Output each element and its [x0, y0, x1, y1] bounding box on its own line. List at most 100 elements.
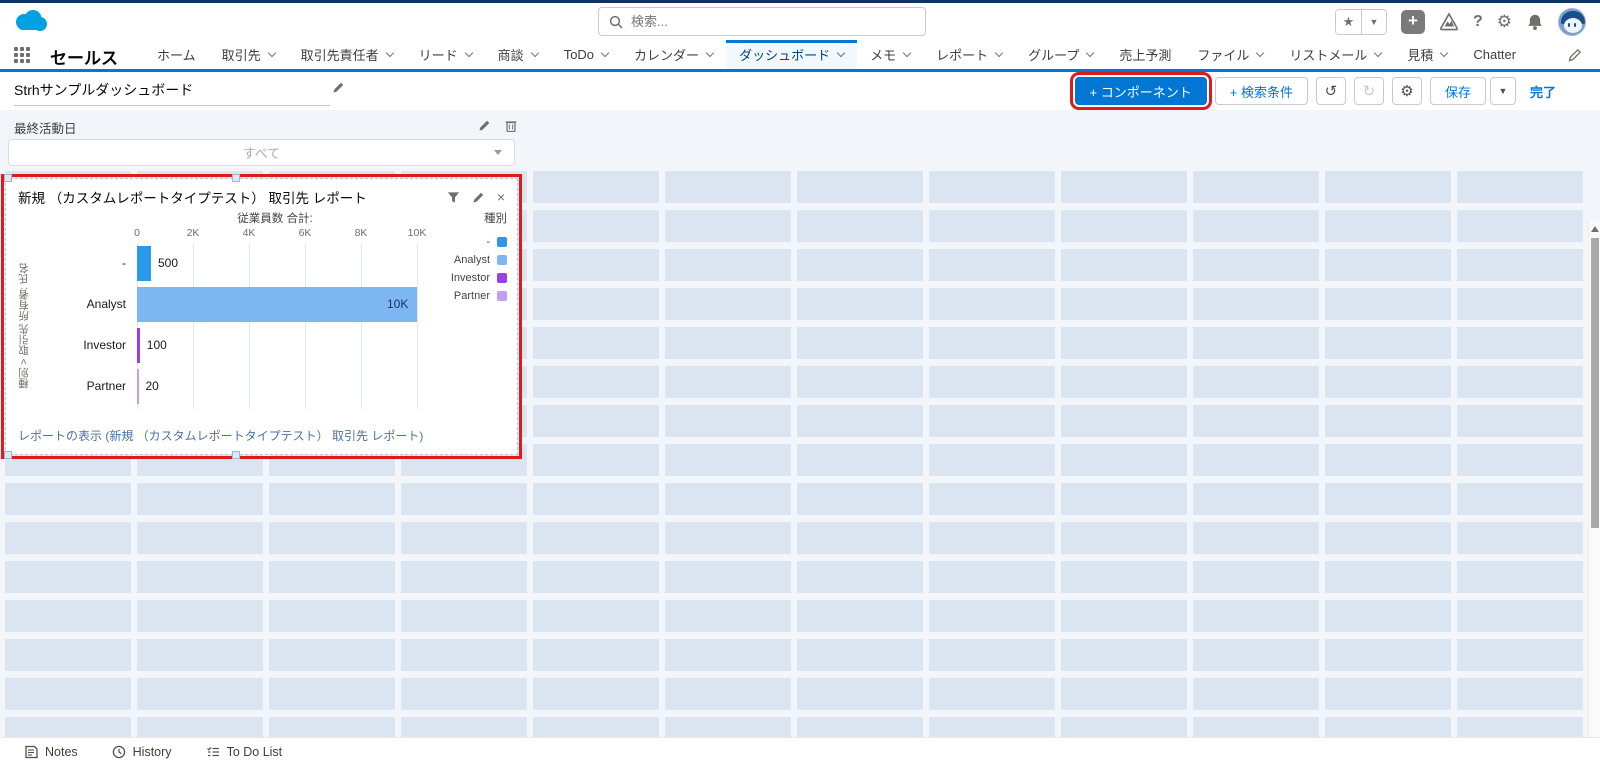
- tab-ダッシュボード[interactable]: ダッシュボード: [726, 40, 858, 69]
- resize-handle[interactable]: [232, 174, 240, 182]
- x-tick-label: 4K: [242, 227, 256, 239]
- tab-リード[interactable]: リード: [406, 40, 485, 69]
- dashboard-canvas: 最終活動日 すべて 新規 （カスタムレポートタイプテスト） 取引先 レポート ×…: [0, 110, 1600, 737]
- scroll-up-arrow-icon[interactable]: [1591, 226, 1599, 232]
- notes-icon: [25, 745, 38, 759]
- bar-Analyst[interactable]: [137, 287, 417, 322]
- tab-グループ[interactable]: グループ: [1015, 40, 1106, 69]
- legend-label: -: [486, 236, 490, 248]
- search-icon: [609, 15, 623, 29]
- component-remove-icon[interactable]: ×: [497, 190, 505, 204]
- salesforce-logo-icon[interactable]: [12, 8, 50, 36]
- chevron-down-icon: [385, 48, 394, 58]
- nav-tabs: ホーム 取引先 取引先責任者 リード 商談 ToDo カレンダー ダッシュボード メモ レポート グ…: [144, 40, 1529, 69]
- chevron-down-icon: [1374, 48, 1383, 58]
- utility-item-todo-list[interactable]: To Do List: [192, 738, 297, 766]
- tab-リストメール[interactable]: リストメール: [1276, 40, 1394, 69]
- x-axis-ticks: 0 2K 4K 6K 8K 10K: [132, 227, 426, 241]
- x-tick-label: 8K: [354, 227, 368, 239]
- legend-entry-Investor[interactable]: Investor: [451, 269, 507, 287]
- report-chart-component[interactable]: 新規 （カスタムレポートタイプテスト） 取引先 レポート × 従業員数 合計: …: [1, 174, 522, 459]
- tab-レポート[interactable]: レポート: [923, 40, 1015, 69]
- done-button[interactable]: 完了: [1523, 77, 1562, 105]
- save-dropdown-button[interactable]: ▼: [1489, 77, 1516, 105]
- setup-gear-icon[interactable]: ⚙: [1497, 12, 1512, 32]
- utility-item-history[interactable]: History: [98, 738, 186, 766]
- tab-商談[interactable]: 商談: [485, 40, 551, 69]
- global-search[interactable]: [598, 7, 926, 36]
- filter-value-dropdown[interactable]: すべて: [8, 139, 515, 166]
- save-button[interactable]: 保存: [1429, 77, 1486, 105]
- edit-nav-pencil-icon[interactable]: [1568, 48, 1582, 62]
- tab-取引先責任者[interactable]: 取引先責任者: [288, 40, 406, 69]
- x-tick-label: 10K: [407, 227, 427, 239]
- chevron-down-icon: [464, 48, 473, 58]
- resize-handle[interactable]: [232, 451, 240, 459]
- tab-ファイル[interactable]: ファイル: [1184, 40, 1276, 69]
- global-actions-icon[interactable]: +: [1400, 10, 1425, 34]
- user-avatar[interactable]: [1558, 8, 1586, 36]
- star-icon[interactable]: ★: [1335, 10, 1361, 34]
- guidance-center-icon[interactable]: [1439, 12, 1459, 32]
- x-tick-label: 2K: [186, 227, 200, 239]
- resize-handle[interactable]: [4, 451, 12, 459]
- legend-swatch: [497, 237, 507, 247]
- help-icon[interactable]: ?: [1473, 13, 1483, 31]
- legend-swatch: [497, 255, 507, 265]
- history-clock-icon: [112, 745, 125, 759]
- tab-売上予測[interactable]: 売上予測: [1106, 40, 1184, 69]
- x-tick-label: 6K: [298, 227, 312, 239]
- redo-button[interactable]: ↻: [1353, 77, 1384, 105]
- app-name[interactable]: セールス: [42, 40, 144, 69]
- utility-item-label: Notes: [45, 745, 78, 759]
- bar--[interactable]: [137, 246, 151, 281]
- chevron-down-icon: [994, 48, 1004, 58]
- tab-label: ホーム: [157, 48, 196, 63]
- tab-label: 取引先: [221, 48, 261, 63]
- component-filter-funnel-icon[interactable]: [447, 191, 460, 204]
- tab-メモ[interactable]: メモ: [857, 40, 923, 69]
- legend-entry-Analyst[interactable]: Analyst: [451, 251, 507, 269]
- tab-取引先[interactable]: 取引先: [209, 40, 288, 69]
- tab-label: リストメール: [1289, 48, 1368, 63]
- legend-title: 種別: [484, 213, 507, 225]
- tab-ToDo[interactable]: ToDo: [551, 40, 621, 69]
- dashboard-title: Strhサンプルダッシュボード: [14, 82, 194, 98]
- notifications-bell-icon[interactable]: [1526, 13, 1544, 31]
- scrollbar-thumb[interactable]: [1591, 238, 1599, 528]
- view-report-link[interactable]: レポートの表示 (新規 （カスタムレポートタイプテスト） 取引先 レポート): [18, 427, 423, 444]
- edit-title-pencil-icon[interactable]: [332, 81, 345, 94]
- dashboard-title-field[interactable]: Strhサンプルダッシュボード: [14, 80, 330, 106]
- bar-row: 500: [137, 243, 418, 284]
- dashboard-properties-gear-button[interactable]: ⚙: [1391, 77, 1422, 105]
- resize-handle[interactable]: [4, 174, 12, 182]
- bar-row: 10K: [137, 284, 418, 325]
- add-filter-button[interactable]: + 検索条件: [1214, 77, 1308, 105]
- tab-カレンダー[interactable]: カレンダー: [621, 40, 726, 69]
- add-component-button[interactable]: + コンポーネント: [1069, 72, 1212, 110]
- search-input[interactable]: [631, 14, 915, 29]
- tab-label: レポート: [936, 48, 989, 63]
- chevron-down-icon: [494, 150, 502, 155]
- utility-item-notes[interactable]: Notes: [10, 738, 92, 766]
- y-axis-title: 種別 > 取引先 所有者: 氏名: [18, 263, 30, 389]
- bar-Partner[interactable]: [137, 369, 139, 404]
- tab-Chatter[interactable]: Chatter: [1460, 40, 1529, 69]
- favorites-dropdown-icon[interactable]: ▼: [1360, 10, 1386, 34]
- bar-row: 20: [137, 366, 418, 407]
- edit-filter-pencil-icon[interactable]: [478, 119, 491, 132]
- tab-ホーム[interactable]: ホーム: [144, 40, 209, 69]
- bar-value-label: 20: [145, 379, 159, 393]
- undo-button[interactable]: ↺: [1315, 77, 1346, 105]
- vertical-scrollbar[interactable]: [1588, 220, 1600, 737]
- bar-Investor[interactable]: [137, 328, 140, 363]
- delete-filter-trash-icon[interactable]: [505, 119, 517, 132]
- bar-value-label: 500: [158, 256, 179, 270]
- chevron-down-icon: [1086, 48, 1095, 58]
- component-edit-pencil-icon[interactable]: [472, 191, 485, 204]
- legend-entry-Partner[interactable]: Partner: [451, 287, 507, 305]
- app-launcher-icon[interactable]: [14, 47, 32, 65]
- legend-entry--[interactable]: -: [451, 233, 507, 251]
- tab-見積[interactable]: 見積: [1394, 40, 1460, 69]
- favorites-control[interactable]: ★ ▼: [1334, 9, 1387, 35]
